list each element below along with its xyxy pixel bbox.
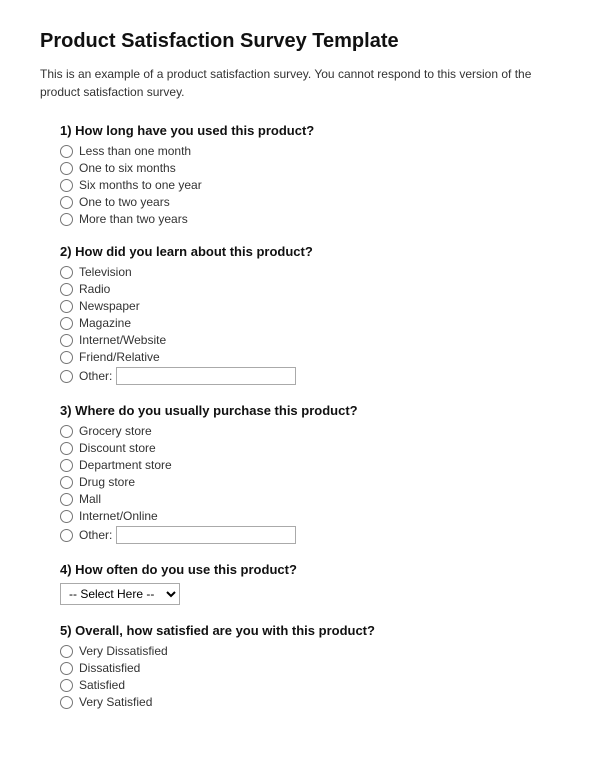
option-text-q1_5: More than two years (79, 212, 188, 226)
option-text-q3_2: Discount store (79, 441, 156, 455)
option-row-q3_6: Internet/Online (60, 509, 560, 523)
option-text-q2_1: Television (79, 265, 132, 279)
option-row-q2_4: Magazine (60, 316, 560, 330)
option-row-q1_2: One to six months (60, 161, 560, 175)
radio-q1_1[interactable] (60, 145, 73, 158)
radio-q2_7[interactable] (60, 370, 73, 383)
option-text-q2_5: Internet/Website (79, 333, 166, 347)
option-row-q3_1: Grocery store (60, 424, 560, 438)
radio-q1_3[interactable] (60, 179, 73, 192)
question-label-q2: 2) How did you learn about this product? (60, 244, 560, 259)
option-text-q2_2: Radio (79, 282, 110, 296)
radio-q3_4[interactable] (60, 476, 73, 489)
radio-q3_3[interactable] (60, 459, 73, 472)
option-text-q5_4: Very Satisfied (79, 695, 152, 709)
option-row-q3_5: Mall (60, 492, 560, 506)
option-text-q3_5: Mall (79, 492, 101, 506)
question-block-q5: 5) Overall, how satisfied are you with t… (40, 623, 560, 709)
question-block-q3: 3) Where do you usually purchase this pr… (40, 403, 560, 544)
option-row-q5_1: Very Dissatisfied (60, 644, 560, 658)
option-text-q3_4: Drug store (79, 475, 135, 489)
option-row-q3_2: Discount store (60, 441, 560, 455)
option-row-q5_2: Dissatisfied (60, 661, 560, 675)
radio-q3_2[interactable] (60, 442, 73, 455)
radio-q1_5[interactable] (60, 213, 73, 226)
radio-q2_3[interactable] (60, 300, 73, 313)
page-title: Product Satisfaction Survey Template (40, 30, 560, 53)
survey-form: 1) How long have you used this product? L… (40, 123, 560, 709)
question-label-q4: 4) How often do you use this product? (60, 562, 560, 577)
option-text-q3_6: Internet/Online (79, 509, 158, 523)
option-row-q2_3: Newspaper (60, 299, 560, 313)
radio-q1_2[interactable] (60, 162, 73, 175)
radio-q3_1[interactable] (60, 425, 73, 438)
option-text-q2_3: Newspaper (79, 299, 140, 313)
option-row-q1_1: Less than one month (60, 144, 560, 158)
radio-q3_6[interactable] (60, 510, 73, 523)
option-row-q3_4: Drug store (60, 475, 560, 489)
radio-q2_4[interactable] (60, 317, 73, 330)
select-row-q4: -- Select Here --DailyWeeklyMonthlyRarel… (60, 583, 560, 605)
option-text-q1_4: One to two years (79, 195, 170, 209)
option-row-q2_1: Television (60, 265, 560, 279)
option-row-q2_2: Radio (60, 282, 560, 296)
radio-q5_4[interactable] (60, 696, 73, 709)
radio-q5_2[interactable] (60, 662, 73, 675)
option-row-q2_7: Other: (60, 367, 560, 385)
other-input-q2[interactable] (116, 367, 296, 385)
option-row-q1_5: More than two years (60, 212, 560, 226)
option-row-q5_3: Satisfied (60, 678, 560, 692)
option-text-q1_3: Six months to one year (79, 178, 202, 192)
select-q4[interactable]: -- Select Here --DailyWeeklyMonthlyRarel… (60, 583, 180, 605)
radio-q1_4[interactable] (60, 196, 73, 209)
option-row-q5_4: Very Satisfied (60, 695, 560, 709)
option-text-q3_3: Department store (79, 458, 172, 472)
question-label-q5: 5) Overall, how satisfied are you with t… (60, 623, 560, 638)
option-text-q5_3: Satisfied (79, 678, 125, 692)
radio-q5_3[interactable] (60, 679, 73, 692)
question-label-q3: 3) Where do you usually purchase this pr… (60, 403, 560, 418)
question-label-q1: 1) How long have you used this product? (60, 123, 560, 138)
option-row-q3_7: Other: (60, 526, 560, 544)
radio-q2_5[interactable] (60, 334, 73, 347)
radio-q2_2[interactable] (60, 283, 73, 296)
question-block-q4: 4) How often do you use this product? -- … (40, 562, 560, 605)
option-text-q5_1: Very Dissatisfied (79, 644, 168, 658)
question-block-q1: 1) How long have you used this product? L… (40, 123, 560, 226)
page-description: This is an example of a product satisfac… (40, 65, 560, 101)
option-row-q2_5: Internet/Website (60, 333, 560, 347)
radio-q5_1[interactable] (60, 645, 73, 658)
option-text-q2_7: Other: (79, 369, 112, 383)
option-text-q2_6: Friend/Relative (79, 350, 160, 364)
radio-q3_7[interactable] (60, 529, 73, 542)
option-row-q3_3: Department store (60, 458, 560, 472)
question-block-q2: 2) How did you learn about this product?… (40, 244, 560, 385)
radio-q2_1[interactable] (60, 266, 73, 279)
option-text-q5_2: Dissatisfied (79, 661, 140, 675)
option-text-q1_2: One to six months (79, 161, 176, 175)
option-row-q1_4: One to two years (60, 195, 560, 209)
radio-q2_6[interactable] (60, 351, 73, 364)
option-row-q1_3: Six months to one year (60, 178, 560, 192)
radio-q3_5[interactable] (60, 493, 73, 506)
option-text-q3_1: Grocery store (79, 424, 152, 438)
other-input-q3[interactable] (116, 526, 296, 544)
option-text-q2_4: Magazine (79, 316, 131, 330)
option-text-q3_7: Other: (79, 528, 112, 542)
option-text-q1_1: Less than one month (79, 144, 191, 158)
option-row-q2_6: Friend/Relative (60, 350, 560, 364)
